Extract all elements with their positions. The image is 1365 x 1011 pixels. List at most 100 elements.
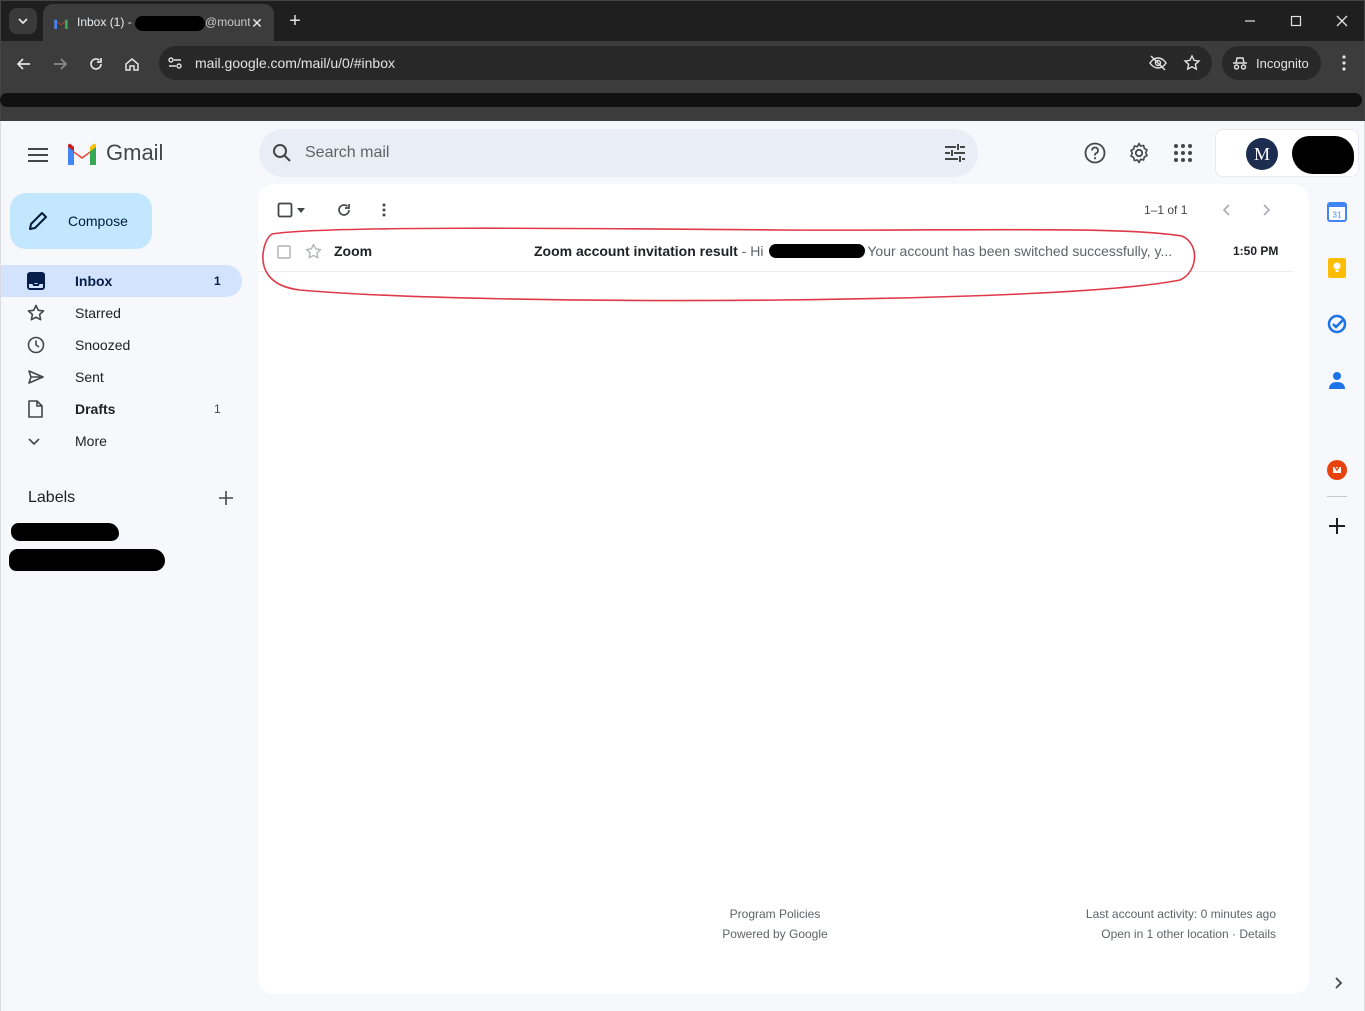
- sidebar-item-label: More: [75, 433, 107, 449]
- send-icon: [1, 368, 75, 386]
- pencil-icon: [29, 212, 47, 230]
- account-activity: Last account activity: 0 minutes ago Ope…: [1086, 904, 1276, 944]
- chevron-left-icon: [1222, 204, 1230, 216]
- chevron-down-icon: [18, 18, 28, 25]
- other-location-details-link[interactable]: Open in 1 other location · Details: [1086, 924, 1276, 944]
- more-vert-icon: [1342, 55, 1346, 71]
- new-tab-button[interactable]: +: [283, 9, 307, 33]
- chevron-right-icon: [1263, 204, 1271, 216]
- draft-count: 1: [214, 402, 221, 416]
- browser-menu-button[interactable]: [1331, 50, 1357, 76]
- draft-icon: [1, 400, 75, 418]
- tab-search-button[interactable]: [9, 8, 37, 34]
- sidebar-item-drafts[interactable]: Drafts 1: [1, 393, 242, 425]
- sidebar-item-starred[interactable]: Starred: [1, 297, 242, 329]
- incognito-label: Incognito: [1256, 55, 1309, 71]
- pagination-label: 1–1 of 1: [1144, 203, 1188, 217]
- reload-button[interactable]: [82, 50, 110, 78]
- email-sender: Zoom: [334, 243, 373, 259]
- labels-section-header: Labels: [28, 486, 238, 510]
- forward-button[interactable]: [46, 50, 74, 78]
- app-name: Gmail: [106, 140, 164, 165]
- avatar[interactable]: M: [1246, 138, 1278, 170]
- zoom-addon-icon[interactable]: [1319, 452, 1355, 488]
- redaction: [0, 93, 1362, 107]
- sidebar-item-sent[interactable]: Sent: [1, 361, 242, 393]
- gmail-favicon-icon: [54, 19, 68, 29]
- star-toggle-icon[interactable]: [305, 243, 322, 263]
- keep-icon[interactable]: [1319, 250, 1355, 286]
- newer-page-button[interactable]: [1215, 198, 1239, 222]
- home-button[interactable]: [118, 50, 146, 78]
- gmail-app: Gmail M Compose Inbox 1: [0, 121, 1365, 1011]
- contacts-icon[interactable]: [1319, 362, 1355, 398]
- maximize-icon: [1290, 15, 1302, 27]
- tasks-icon[interactable]: [1319, 306, 1355, 342]
- account-switcher[interactable]: M: [1215, 129, 1359, 177]
- eye-off-icon[interactable]: [1144, 49, 1172, 77]
- window-close-button[interactable]: [1319, 1, 1365, 41]
- redaction: [135, 15, 206, 31]
- gmail-logo-icon: [68, 143, 96, 165]
- sidebar-item-label: Inbox: [75, 273, 113, 289]
- sidebar-item-snoozed[interactable]: Snoozed: [1, 329, 242, 361]
- reload-icon: [90, 58, 102, 70]
- sidebar-item-label: Drafts: [75, 401, 116, 417]
- footer-links: Program Policies Powered by Google: [708, 904, 842, 944]
- browser-toolbar: mail.google.com/mail/u/0/#inbox Incognit…: [0, 41, 1365, 86]
- program-policies-link[interactable]: Program Policies: [708, 904, 842, 924]
- minimize-icon: [1245, 20, 1255, 22]
- search-bar[interactable]: [259, 129, 978, 177]
- site-info-icon[interactable]: [161, 49, 189, 77]
- sidebar-item-label: Sent: [75, 369, 104, 385]
- show-side-panel-chevron-icon[interactable]: [1326, 971, 1350, 995]
- bookmark-star-icon[interactable]: [1178, 49, 1206, 77]
- email-row[interactable]: Zoom Zoom account invitation result - Hi…: [258, 232, 1294, 272]
- url-text[interactable]: mail.google.com/mail/u/0/#inbox: [195, 55, 1144, 71]
- browser-tab[interactable]: Inbox (1) - @mount ✕: [43, 4, 274, 42]
- arrow-left-icon: [16, 58, 30, 70]
- home-icon: [125, 58, 139, 71]
- sidebar-item-more[interactable]: More: [1, 425, 242, 457]
- side-panel-divider: [1327, 496, 1347, 497]
- search-options-icon[interactable]: [932, 144, 978, 162]
- compose-label: Compose: [68, 213, 128, 229]
- redaction: [769, 244, 866, 258]
- row-checkbox[interactable]: [277, 245, 291, 259]
- help-icon[interactable]: [1081, 139, 1109, 167]
- apps-grid-icon[interactable]: [1169, 139, 1197, 167]
- back-button[interactable]: [10, 50, 38, 78]
- refresh-icon[interactable]: [332, 198, 356, 222]
- create-label-button[interactable]: [214, 486, 238, 510]
- minimize-button[interactable]: [1227, 1, 1273, 41]
- email-subject: Zoom account invitation result: [534, 243, 738, 259]
- search-input[interactable]: [305, 144, 932, 162]
- select-dropdown-icon[interactable]: [294, 198, 308, 222]
- incognito-indicator[interactable]: Incognito: [1222, 46, 1321, 80]
- maximize-button[interactable]: [1273, 1, 1319, 41]
- labels-heading: Labels: [28, 489, 76, 506]
- gmail-logo[interactable]: Gmail: [66, 140, 163, 166]
- sidebar-item-inbox[interactable]: Inbox 1: [1, 265, 242, 297]
- address-bar[interactable]: mail.google.com/mail/u/0/#inbox: [159, 46, 1212, 80]
- inbox-icon: [1, 272, 75, 290]
- older-page-button[interactable]: [1254, 198, 1278, 222]
- compose-button[interactable]: Compose: [10, 193, 152, 249]
- message-list-panel: 1–1 of 1 Zoom Zoom account invitation re…: [258, 184, 1309, 994]
- calendar-icon[interactable]: 31: [1319, 194, 1355, 230]
- tab-close-icon[interactable]: ✕: [250, 15, 264, 31]
- unread-count: 1: [214, 274, 221, 288]
- svg-text:31: 31: [1333, 211, 1342, 220]
- main-menu-button[interactable]: [24, 141, 52, 169]
- search-icon[interactable]: [259, 143, 305, 163]
- redaction: [11, 523, 119, 541]
- incognito-icon: [1233, 57, 1247, 70]
- redaction: [1292, 136, 1354, 174]
- get-addons-plus-icon[interactable]: [1319, 508, 1355, 544]
- sidebar-item-label: Snoozed: [75, 337, 131, 353]
- menu-icon: [28, 148, 48, 162]
- browser-titlebar: Inbox (1) - @mount ✕ +: [0, 0, 1365, 42]
- clock-icon: [1, 336, 75, 354]
- more-options-icon[interactable]: [372, 198, 396, 222]
- settings-gear-icon[interactable]: [1125, 139, 1153, 167]
